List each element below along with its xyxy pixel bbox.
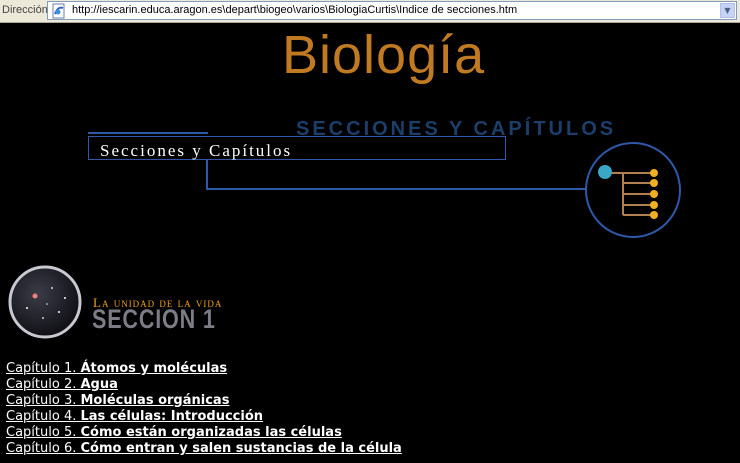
- chapter-prefix: Capítulo 3.: [6, 393, 77, 408]
- chapter-link-2[interactable]: Capítulo 2. Agua: [6, 377, 402, 393]
- page-icon: [51, 3, 67, 19]
- section-heading: Secciones y Capítulos: [100, 141, 293, 160]
- chevron-down-icon[interactable]: ▼: [720, 3, 735, 18]
- header-line-top: [88, 132, 208, 134]
- address-input[interactable]: http://iescarin.educa.aragon.es\depart\b…: [47, 1, 737, 20]
- chapter-prefix: Capítulo 4.: [6, 409, 77, 424]
- chapter-name: Moléculas orgánicas: [80, 393, 230, 408]
- starfield-sphere-icon: [7, 264, 83, 344]
- chapter-name: Átomos y moléculas: [80, 361, 228, 376]
- chapter-link-6[interactable]: Capítulo 6. Cómo entran y salen sustanci…: [6, 441, 402, 457]
- chapter-link-5[interactable]: Capítulo 5. Cómo están organizadas las c…: [6, 425, 402, 441]
- chapter-link-1[interactable]: Capítulo 1. Átomos y moléculas: [6, 361, 402, 377]
- chapter-name: Cómo están organizadas las células: [80, 425, 342, 440]
- header-connector: [206, 160, 208, 189]
- header-line-bottom: [206, 188, 586, 190]
- chapter-prefix: Capítulo 5.: [6, 425, 77, 440]
- chapter-name: Agua: [80, 377, 118, 392]
- tree-diagram-icon: [583, 141, 683, 245]
- page-title: Biología: [282, 25, 486, 85]
- chapter-prefix: Capítulo 6.: [6, 441, 77, 456]
- chapter-prefix: Capítulo 1.: [6, 361, 77, 376]
- address-url[interactable]: http://iescarin.educa.aragon.es\depart\b…: [72, 4, 517, 16]
- chapter-link-4[interactable]: Capítulo 4. Las células: Introducción: [6, 409, 402, 425]
- chapter-prefix: Capítulo 2.: [6, 377, 77, 392]
- address-label: Dirección: [2, 4, 48, 16]
- chapter-name: Las células: Introducción: [80, 409, 264, 424]
- chapter-list: Capítulo 1. Átomos y moléculas Capítulo …: [6, 361, 402, 457]
- section-title: SECCION 1: [92, 304, 216, 334]
- chapter-name: Cómo entran y salen sustancias de la cél…: [80, 441, 402, 456]
- address-bar: Dirección http://iescarin.educa.aragon.e…: [0, 0, 740, 23]
- chapter-link-3[interactable]: Capítulo 3. Moléculas orgánicas: [6, 393, 402, 409]
